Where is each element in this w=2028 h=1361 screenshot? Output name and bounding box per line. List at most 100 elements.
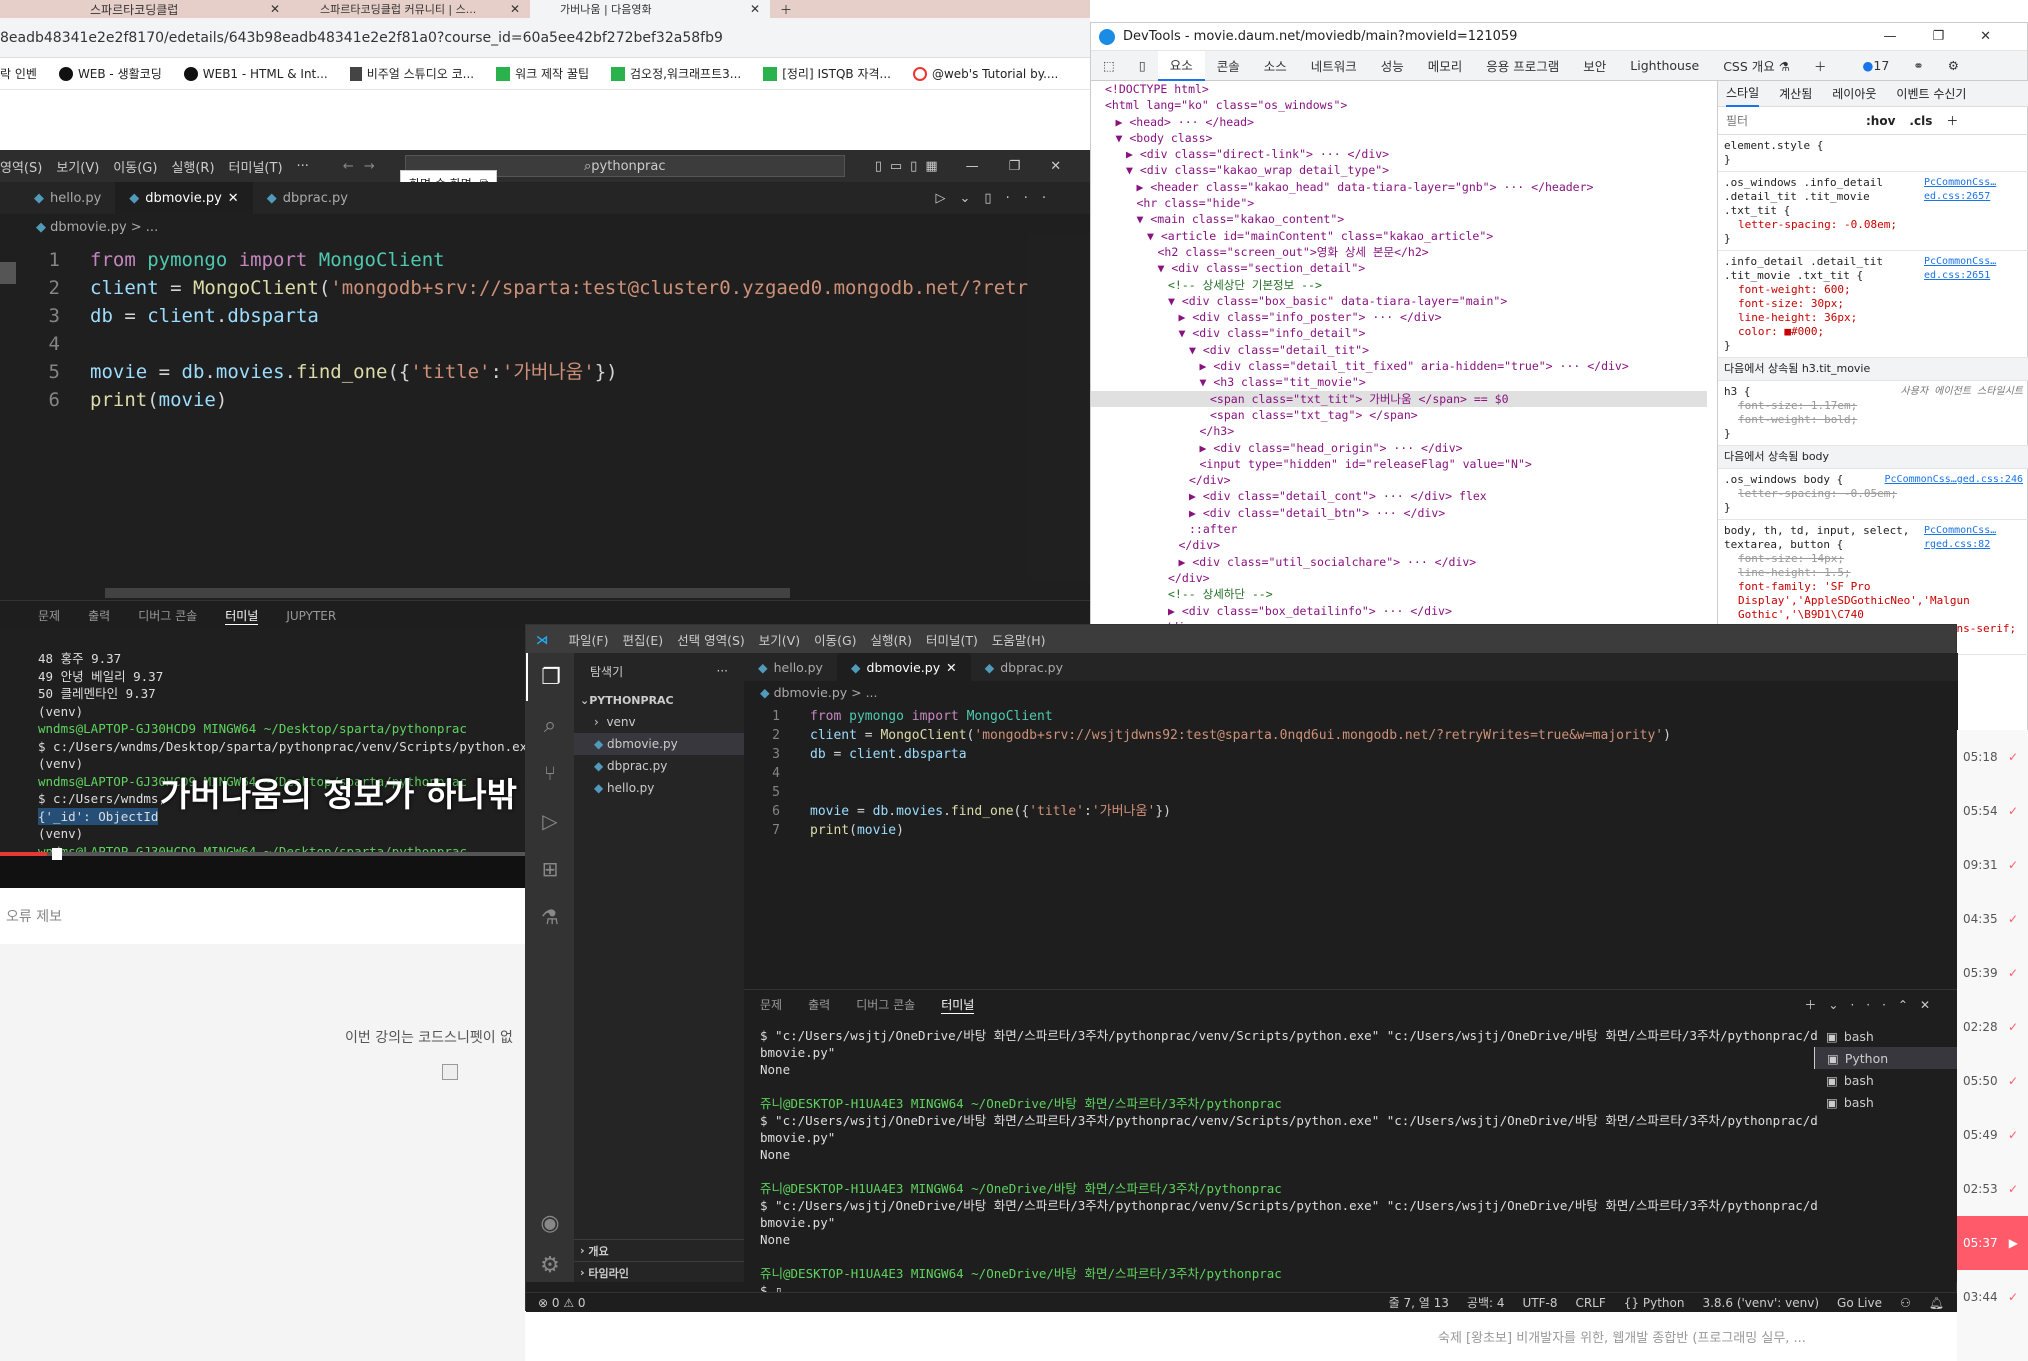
dom-node[interactable]: <!DOCTYPE html> [1091, 81, 1707, 97]
outline-section[interactable]: › 개요 [574, 1239, 744, 1261]
browser-tab[interactable]: 스파르타코딩클럽 ✕ [0, 0, 290, 18]
bookmark[interactable]: 검오정,워크래프트3... [610, 65, 741, 82]
bookmark[interactable]: 비주얼 스튜디오 코... [349, 65, 474, 82]
dom-node[interactable]: ▼ <main class="kakao_content"> [1091, 211, 1707, 227]
dom-node[interactable]: ▼ <h3 class="tit_movie"> [1091, 374, 1707, 390]
terminal-output[interactable]: $ "c:/Users/wsjtj/OneDrive/바탕 화면/스파르타/3주… [760, 1027, 1818, 1299]
dom-node[interactable]: ▼ <div class="section_detail"> [1091, 260, 1707, 276]
close-icon[interactable]: ✕ [946, 660, 956, 675]
dom-node[interactable]: ::after [1091, 521, 1707, 537]
tab-elements[interactable]: 요소 [1157, 50, 1205, 81]
lesson-item[interactable]: 09:31 ✓ [1957, 838, 2028, 892]
bookmark[interactable]: WEB1 - HTML & Int... [183, 66, 328, 81]
bookmark[interactable]: @web's Tutorial by.... [912, 66, 1058, 81]
menu-item[interactable]: 선택 영역(S) [677, 630, 745, 649]
style-source-link[interactable]: PcCommonCss…ed.css:2651 [1924, 255, 2023, 283]
dom-node[interactable]: <input type="hidden" id="releaseFlag" va… [1091, 456, 1707, 472]
tab-layout[interactable]: 레이아웃 [1832, 87, 1876, 101]
dom-node[interactable]: ▼ <div class="kakao_wrap detail_type"> [1091, 162, 1707, 178]
tab-application[interactable]: 응용 프로그램 [1474, 51, 1571, 81]
dom-node[interactable]: <span class="txt_tag"> </span> [1091, 407, 1707, 423]
dom-node[interactable]: </h3> [1091, 423, 1707, 439]
panel-actions[interactable]: ＋⌄···⌃✕ [1804, 996, 1942, 1013]
lesson-item[interactable]: 05:39 ✓ [1957, 946, 2028, 1000]
style-property[interactable]: line-height: 36px; [1724, 311, 2023, 325]
dom-node[interactable]: ▼ <body class> [1091, 130, 1707, 146]
panel-tab[interactable]: 출력 [808, 996, 830, 1013]
dom-node[interactable]: </div> [1091, 537, 1707, 553]
dom-node[interactable]: <hr class="hide"> [1091, 195, 1707, 211]
add-tab-icon[interactable]: ＋ [1802, 51, 1839, 81]
video-controls[interactable] [0, 852, 525, 888]
cursor-position[interactable]: 줄 7, 열 13 [1389, 1294, 1449, 1311]
menu-item[interactable]: 이동(G) [814, 630, 856, 649]
dom-node[interactable]: <!-- 상세상단 기본정보 --> [1091, 277, 1707, 293]
style-source-link[interactable]: PcCommonCss…rged.css:82 [1924, 524, 2023, 552]
style-source-link[interactable]: PcCommonCss…ged.css:246 [1885, 473, 2023, 487]
style-property[interactable]: line-height: 1.5; [1724, 566, 2023, 580]
feedback-icon[interactable]: ⚇ [1900, 1296, 1911, 1310]
cls-toggle[interactable]: .cls [1909, 114, 1932, 128]
lesson-item[interactable]: 05:37 ▶ [1957, 1216, 2028, 1270]
dom-node[interactable]: ▼ <article id="mainContent" class="kakao… [1091, 228, 1707, 244]
more-icon[interactable]: ··· [717, 664, 728, 678]
bell-icon[interactable]: 🔔︎ [1929, 1296, 1944, 1310]
close-icon[interactable]: ✕ [750, 2, 760, 16]
gear-icon[interactable]: ⚙ [1936, 51, 1971, 81]
lesson-item[interactable]: 04:35 ✓ [1957, 892, 2028, 946]
testing-icon[interactable]: ⚗ [526, 893, 574, 941]
dom-node[interactable]: ▶ <div class="info_poster"> ··· </div> [1091, 309, 1707, 325]
file-item-selected[interactable]: ◆ dbmovie.py [574, 733, 744, 755]
menu-item[interactable]: 터미널(T) [926, 630, 978, 649]
style-source-link[interactable]: PcCommonCss…ed.css:2657 [1924, 176, 2023, 218]
terminal-instance[interactable]: ▣ bash [1814, 1091, 1958, 1113]
homework-footer[interactable]: 숙제 [왕초보] 비개발자를 위한, 웹개발 종합반 (프로그래밍 실무, ..… [1438, 1327, 1806, 1346]
tab-memory[interactable]: 메모리 [1416, 51, 1475, 81]
panel-tab-active[interactable]: 터미널 [941, 996, 975, 1014]
lesson-item[interactable]: 05:18 ✓ [1957, 730, 2028, 784]
new-tab-icon[interactable]: ＋ [770, 0, 802, 18]
dom-node[interactable]: <html lang="ko" class="os_windows"> [1091, 97, 1707, 113]
lesson-item[interactable]: 03:44 ✓ [1957, 1270, 2028, 1324]
line-ending[interactable]: CRLF [1575, 1296, 1605, 1310]
bookmark[interactable]: 락 인벤 [0, 65, 37, 82]
editor-code[interactable]: 1 from pymongo import MongoClient 2 client … [744, 707, 1958, 840]
style-property[interactable]: color: ■#000; [1724, 325, 2023, 339]
dom-node[interactable]: </div> [1091, 570, 1707, 586]
file-item[interactable]: ◆ dbprac.py [574, 755, 744, 777]
lesson-item[interactable]: 02:28 ✓ [1957, 1000, 2028, 1054]
dom-node[interactable]: ▼ <div class="info_detail"> [1091, 325, 1707, 341]
styles-filter-input[interactable]: 필터 [1726, 114, 1846, 128]
hov-toggle[interactable]: :hov [1866, 114, 1895, 128]
tab-computed[interactable]: 계산됨 [1779, 87, 1812, 101]
browser-tab-active[interactable]: 가버나움 | 다음영화 ✕ [530, 0, 770, 18]
tab-lighthouse[interactable]: Lighthouse [1618, 51, 1711, 81]
device-icon[interactable]: ▯ [1127, 51, 1158, 81]
menu-item[interactable]: 도움말(H) [992, 630, 1046, 649]
close-icon[interactable]: ✕ [270, 2, 280, 16]
add-rule-icon[interactable]: ＋ [1946, 114, 1958, 128]
encoding[interactable]: UTF-8 [1522, 1296, 1557, 1310]
python-interpreter[interactable]: 3.8.6 ('venv': venv) [1702, 1296, 1819, 1310]
dom-node[interactable]: ▶ <head> ··· </head> [1091, 114, 1707, 130]
tab-security[interactable]: 보안 [1571, 51, 1618, 81]
folder-item[interactable]: › venv [574, 711, 744, 733]
file-item[interactable]: ◆ hello.py [574, 777, 744, 799]
extensions-icon[interactable]: ⊞ [526, 845, 574, 893]
project-folder[interactable]: ⌄ PYTHONPRAC [574, 689, 744, 711]
editor-tab[interactable]: ◆ dbprac.py [971, 653, 1077, 681]
style-property[interactable]: font-size: 14px; [1724, 552, 2023, 566]
tab-sources[interactable]: 소스 [1252, 51, 1299, 81]
terminal-instance[interactable]: ▣ bash [1814, 1069, 1958, 1091]
lesson-item[interactable]: 05:49 ✓ [1957, 1108, 2028, 1162]
video-progress-track[interactable] [0, 852, 525, 856]
lesson-item[interactable]: 05:50 ✓ [1957, 1054, 2028, 1108]
bookmark[interactable]: 워크 제작 꿀팁 [496, 65, 589, 82]
dom-node[interactable]: ▶ <div class="head_origin"> ··· </div> [1091, 440, 1707, 456]
source-control-icon[interactable]: ⑂ [526, 749, 574, 797]
panel-tab[interactable]: 문제 [760, 996, 782, 1013]
browser-tab[interactable]: 스파르타코딩클럽 커뮤니티 | 스... ✕ [290, 0, 530, 18]
panel-tab[interactable]: 디버그 콘솔 [856, 996, 915, 1013]
go-live-button[interactable]: Go Live [1837, 1296, 1882, 1310]
dom-node[interactable]: ▶ <div class="direct-link"> ··· </div> [1091, 146, 1707, 162]
